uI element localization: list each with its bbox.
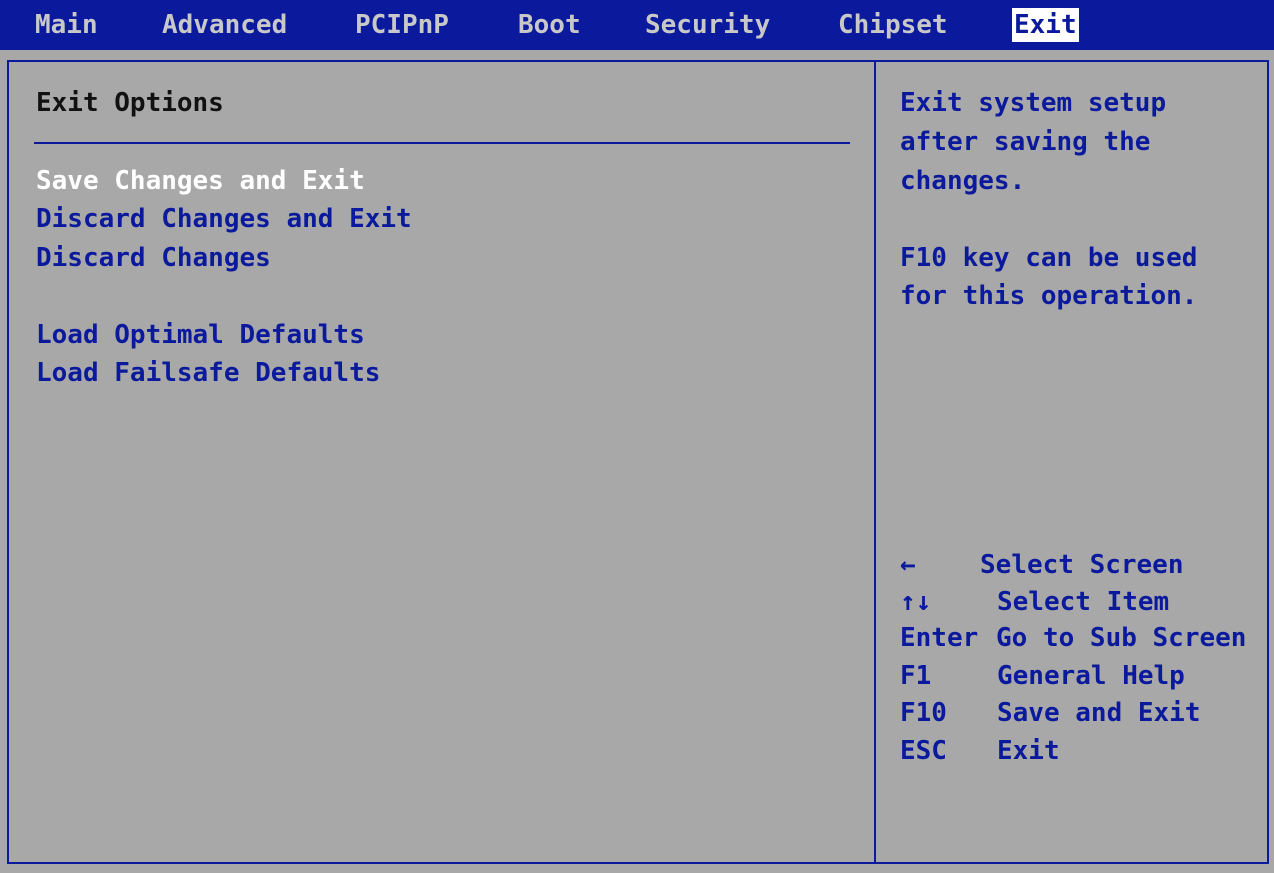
key-description: General Help	[997, 661, 1185, 691]
option-load-optimal-defaults[interactable]: Load Optimal Defaults	[36, 320, 365, 350]
key-description: Go to Sub Screen	[996, 623, 1247, 653]
panel-divider	[874, 60, 876, 864]
key-label: F1	[900, 661, 932, 691]
key-label: F10	[900, 698, 947, 728]
option-load-failsafe-defaults[interactable]: Load Failsafe Defaults	[36, 358, 380, 388]
key-description: Select Screen	[980, 550, 1184, 580]
help-text-line: F10 key can be used	[900, 243, 1198, 273]
help-text-line: after saving the	[900, 127, 1151, 157]
key-label: Enter	[900, 623, 979, 653]
tab-exit[interactable]: Exit	[1012, 8, 1079, 42]
tab-pcipnp[interactable]: PCIPnP	[355, 8, 449, 42]
option-discard-changes-and-exit[interactable]: Discard Changes and Exit	[36, 204, 412, 234]
left-arrow-icon: ←	[900, 550, 916, 580]
option-save-changes-and-exit[interactable]: Save Changes and Exit	[36, 166, 365, 196]
help-text-line: changes.	[900, 166, 1026, 196]
key-description: Exit	[997, 736, 1060, 766]
title-divider	[34, 142, 850, 144]
menu-bar: Main Advanced PCIPnP Boot Security Chips…	[0, 0, 1274, 50]
tab-security[interactable]: Security	[645, 8, 770, 42]
help-text-line: Exit system setup	[900, 88, 1167, 118]
tab-advanced[interactable]: Advanced	[162, 8, 287, 42]
tab-main[interactable]: Main	[35, 8, 98, 42]
tab-boot[interactable]: Boot	[518, 8, 581, 42]
key-description: Save and Exit	[997, 698, 1201, 728]
tab-chipset[interactable]: Chipset	[838, 8, 948, 42]
option-discard-changes[interactable]: Discard Changes	[36, 243, 271, 273]
help-text-line: for this operation.	[900, 281, 1198, 311]
up-down-arrow-icon: ↑↓	[900, 587, 932, 617]
key-description: Select Item	[997, 587, 1170, 617]
key-label: ESC	[900, 736, 947, 766]
section-title: Exit Options	[36, 88, 224, 118]
